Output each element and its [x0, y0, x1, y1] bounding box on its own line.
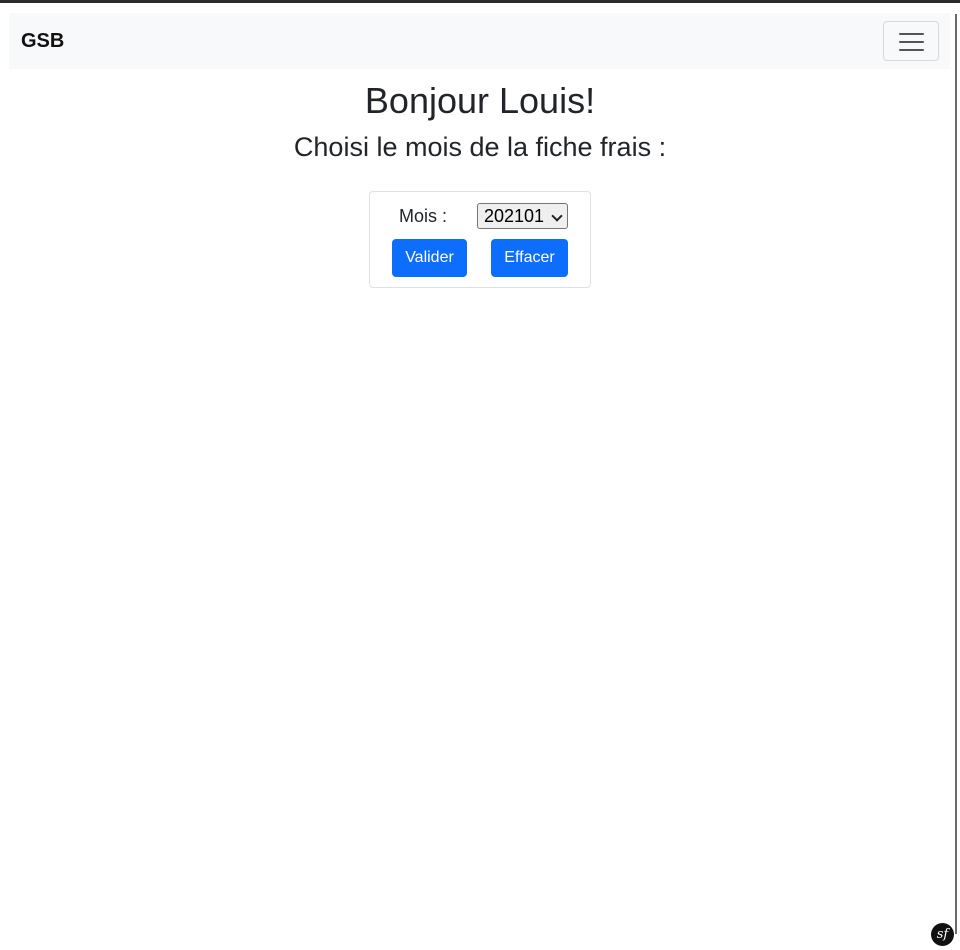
mois-select-value: 202101 [484, 206, 545, 226]
navbar: GSB [9, 13, 950, 69]
mois-select[interactable]: 202101 [477, 203, 568, 229]
mois-label: Mois : [399, 206, 448, 226]
month-selection-form: Mois : 202101 Valider Effacer [369, 191, 591, 288]
page-title: Bonjour Louis! [364, 80, 596, 121]
chevron-down-icon [551, 210, 563, 222]
navbar-toggler-button[interactable] [883, 21, 939, 61]
navbar-brand[interactable]: GSB [21, 29, 64, 53]
page-subtitle: Choisi le mois de la fiche frais : [293, 132, 667, 162]
effacer-button[interactable]: Effacer [491, 239, 568, 277]
symfony-logo-icon[interactable]: sf [931, 923, 954, 946]
window-top-border [0, 0, 960, 3]
valider-button[interactable]: Valider [392, 239, 467, 277]
symfony-badge-text: sf [936, 927, 949, 942]
